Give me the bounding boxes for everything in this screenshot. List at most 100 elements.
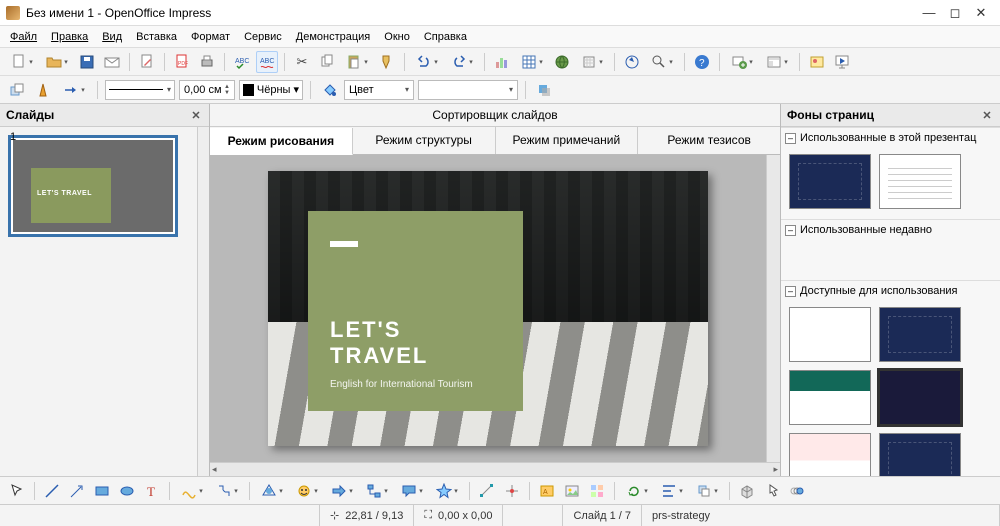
extrusion-tool[interactable] [736,480,758,502]
rotate-tool[interactable]: ▾ [621,480,653,502]
slides-panel-scrollbar[interactable] [197,127,209,476]
bg-thumb-avail-3[interactable] [789,370,871,425]
arrow-style-button[interactable]: ▾ [58,79,90,101]
status-info-area [0,505,320,526]
menu-edit[interactable]: Правка [45,29,94,45]
interaction-tool[interactable] [761,480,783,502]
flowchart-tool[interactable]: ▾ [361,480,393,502]
connector-tool[interactable]: ▾ [211,480,243,502]
menu-file[interactable]: Файл [4,29,43,45]
chart-button[interactable] [491,51,513,73]
tab-handout[interactable]: Режим тезисов [638,127,780,154]
edit-file-button[interactable] [136,51,158,73]
tab-outline[interactable]: Режим структуры [353,127,496,154]
slides-panel-close[interactable]: ✕ [189,108,203,122]
line-style-select[interactable]: ▾ [105,80,175,100]
bg-thumb-avail-1[interactable] [789,307,871,362]
bg-section-used-header[interactable]: – Использованные в этой презентац [781,127,1000,148]
new-doc-button[interactable]: ▾ [6,51,38,73]
export-pdf-button[interactable]: PDF [171,51,193,73]
line-width-field[interactable]: 0,00 см▲▼ [179,80,235,100]
help-button[interactable]: ? [691,51,713,73]
stars-tool[interactable]: ▾ [431,480,463,502]
format-paintbrush-button[interactable] [376,51,398,73]
print-button[interactable] [196,51,218,73]
points-edit-tool[interactable] [476,480,498,502]
insert-slide-button[interactable]: ▾ [726,51,758,73]
menu-presentation[interactable]: Демонстрация [290,29,377,45]
callouts-tool[interactable]: ▾ [396,480,428,502]
task-pane-close[interactable]: ✕ [980,108,994,122]
arrange-button[interactable] [6,79,28,101]
menu-insert[interactable]: Вставка [130,29,183,45]
bg-thumb-avail-6[interactable] [879,433,961,476]
text-tool[interactable]: T [141,480,163,502]
menu-window[interactable]: Окно [378,29,416,45]
slideshow-button[interactable] [831,51,853,73]
from-file-tool[interactable] [561,480,583,502]
slide-thumbnail-1[interactable]: LET'S TRAVEL [8,135,178,237]
open-button[interactable]: ▾ [41,51,73,73]
bg-thumb-used-1[interactable] [789,154,871,209]
status-slide-counter[interactable]: Слайд 1 / 7 [563,505,642,526]
animation-tool[interactable] [786,480,808,502]
tab-notes[interactable]: Режим примечаний [496,127,639,154]
bg-section-recent-header[interactable]: – Использованные недавно [781,219,1000,240]
arrow-tool[interactable] [66,480,88,502]
fill-type-select[interactable]: Цвет▾ [344,80,414,100]
align-tool[interactable]: ▾ [656,480,688,502]
maximize-button[interactable]: ◻ [942,3,968,23]
menu-help[interactable]: Справка [418,29,473,45]
bg-thumb-used-2[interactable] [879,154,961,209]
app-icon [6,6,20,20]
menu-format[interactable]: Формат [185,29,236,45]
bg-thumb-avail-4[interactable] [879,370,961,425]
line-tool[interactable] [41,480,63,502]
copy-button[interactable] [316,51,338,73]
line-color-select[interactable]: Чёрны▾ [239,80,303,100]
gallery-tool[interactable] [586,480,608,502]
fontwork-gallery-tool[interactable]: A [536,480,558,502]
spellcheck-button[interactable]: ABC [231,51,253,73]
minimize-button[interactable]: — [916,3,942,23]
auto-spellcheck-button[interactable]: ABC [256,51,278,73]
slide-1[interactable]: LET'S TRAVEL English for International T… [268,171,708,446]
ellipse-tool[interactable] [116,480,138,502]
basic-shapes-tool[interactable]: ▾ [256,480,288,502]
table-button[interactable]: ▾ [516,51,548,73]
rectangle-tool[interactable] [91,480,113,502]
bg-thumb-avail-5[interactable] [789,433,871,476]
cut-button[interactable]: ✂ [291,51,313,73]
slide-layout-button[interactable]: ▾ [761,51,793,73]
fill-color-select[interactable]: ▾ [418,80,518,100]
arrange-tool[interactable]: ▾ [691,480,723,502]
slide-canvas[interactable]: LET'S TRAVEL English for International T… [210,155,766,462]
hyperlink-button[interactable] [551,51,573,73]
slide-text-block[interactable]: LET'S TRAVEL English for International T… [308,211,523,411]
fontwork-button[interactable] [32,79,54,101]
select-tool[interactable] [6,480,28,502]
fill-bucket-icon[interactable] [318,79,340,101]
canvas-hscrollbar[interactable]: ◂▸ [210,462,780,476]
menu-tools[interactable]: Сервис [238,29,288,45]
menu-view[interactable]: Вид [96,29,128,45]
grid-display-button[interactable]: ▾ [576,51,608,73]
slide-design-button[interactable] [806,51,828,73]
close-button[interactable]: ✕ [968,3,994,23]
bg-section-available-header[interactable]: – Доступные для использования [781,280,1000,301]
save-button[interactable] [76,51,98,73]
email-button[interactable] [101,51,123,73]
redo-button[interactable]: ▾ [446,51,478,73]
canvas-vscrollbar[interactable] [766,155,780,462]
symbol-shapes-tool[interactable]: ▾ [291,480,323,502]
curve-tool[interactable]: ▾ [176,480,208,502]
shadow-button[interactable] [533,79,555,101]
undo-button[interactable]: ▾ [411,51,443,73]
block-arrows-tool[interactable]: ▾ [326,480,358,502]
bg-thumb-avail-2[interactable] [879,307,961,362]
paste-button[interactable]: ▾ [341,51,373,73]
glue-points-tool[interactable] [501,480,523,502]
zoom-button[interactable]: ▾ [646,51,678,73]
navigator-button[interactable] [621,51,643,73]
tab-drawing[interactable]: Режим рисования [210,128,353,155]
